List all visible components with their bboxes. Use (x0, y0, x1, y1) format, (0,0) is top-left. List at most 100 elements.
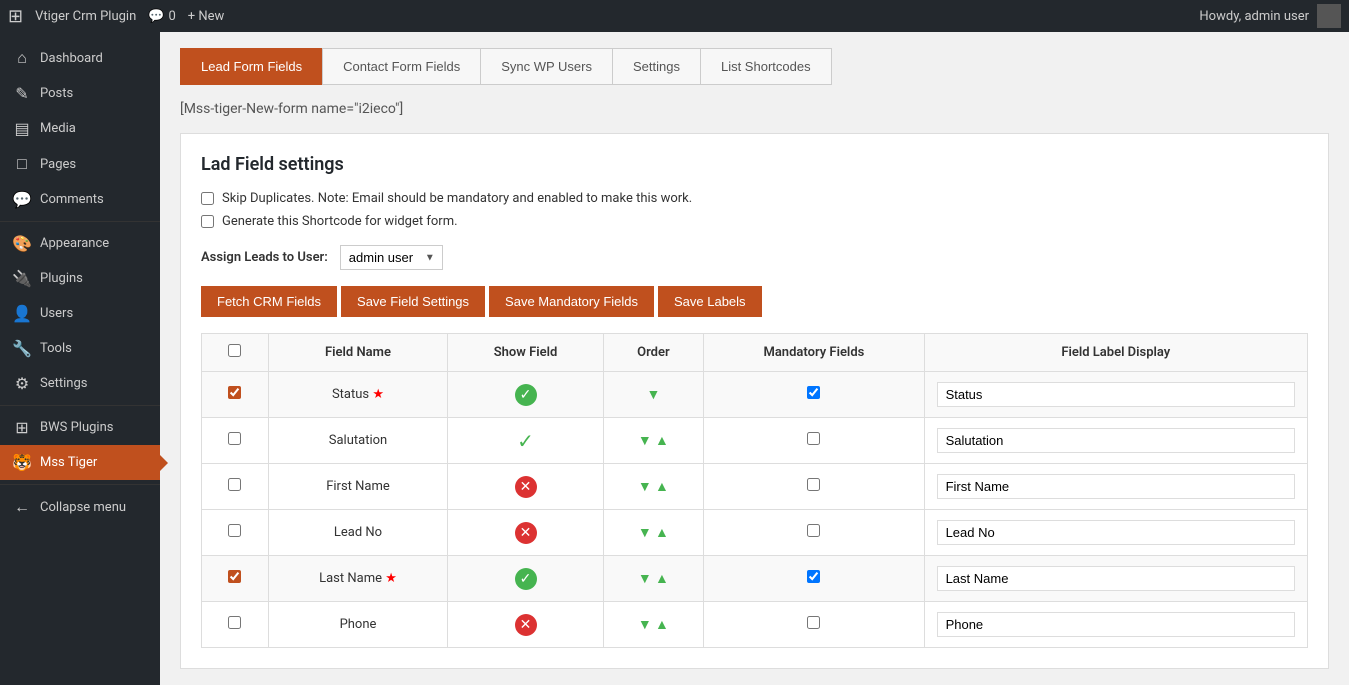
show-field-cell[interactable]: ✓ (448, 556, 603, 602)
label-input[interactable] (937, 566, 1295, 591)
field-name-cell: Phone (268, 602, 448, 648)
mandatory-checkbox[interactable] (807, 570, 820, 583)
sidebar-label-appearance: Appearance (40, 236, 109, 251)
show-field-cell[interactable]: ✓ (448, 418, 603, 464)
show-field-cell[interactable]: ✕ (448, 464, 603, 510)
th-show-field: Show Field (448, 334, 603, 372)
order-down-icon[interactable]: ▼ (646, 387, 660, 403)
save-labels-button[interactable]: Save Labels (658, 286, 762, 317)
main-content: Lead Form Fields Contact Form Fields Syn… (160, 32, 1349, 685)
sidebar-item-dashboard[interactable]: ⌂ Dashboard (0, 40, 160, 76)
order-cell[interactable]: ▼ ▲ (603, 602, 704, 648)
order-up-icon[interactable]: ▲ (655, 479, 669, 495)
row-checkbox[interactable] (228, 432, 241, 445)
mandatory-cell (704, 602, 924, 648)
order-cell[interactable]: ▼ (603, 372, 704, 418)
comment-count: 0 (168, 9, 175, 24)
table-row: Status ★✓▼ (202, 372, 1308, 418)
label-input[interactable] (937, 520, 1295, 545)
appearance-icon: 🎨 (12, 234, 32, 253)
order-down-icon[interactable]: ▼ (638, 617, 652, 633)
label-input[interactable] (937, 612, 1295, 637)
mandatory-checkbox[interactable] (807, 524, 820, 537)
row-checkbox[interactable] (228, 570, 241, 583)
save-mandatory-fields-button[interactable]: Save Mandatory Fields (489, 286, 654, 317)
order-up-icon[interactable]: ▲ (655, 617, 669, 633)
row-checkbox[interactable] (228, 616, 241, 629)
sidebar-item-bws-plugins[interactable]: ⊞ BWS Plugins (0, 410, 160, 445)
mandatory-checkbox[interactable] (807, 386, 820, 399)
comments-badge[interactable]: 💬 0 (148, 9, 176, 24)
order-cell[interactable]: ▼ ▲ (603, 418, 704, 464)
tab-settings[interactable]: Settings (612, 48, 700, 85)
order-up-icon[interactable]: ▲ (655, 433, 669, 449)
sidebar-item-posts[interactable]: ✎ Posts (0, 76, 160, 111)
sidebar-label-dashboard: Dashboard (40, 51, 103, 66)
fetch-crm-fields-button[interactable]: Fetch CRM Fields (201, 286, 337, 317)
show-field-green-icon: ✓ (515, 568, 537, 590)
assign-user-select[interactable]: admin user (340, 245, 443, 270)
sidebar-item-appearance[interactable]: 🎨 Appearance (0, 226, 160, 261)
site-name[interactable]: Vtiger Crm Plugin (35, 9, 136, 24)
table-row: Phone ✕ ▼ ▲ (202, 602, 1308, 648)
show-field-cell[interactable]: ✓ (448, 372, 603, 418)
sidebar-item-media[interactable]: ▤ Media (0, 111, 160, 146)
order-down-icon[interactable]: ▼ (638, 571, 652, 587)
sidebar-item-users[interactable]: 👤 Users (0, 296, 160, 331)
new-button[interactable]: + New (188, 9, 225, 24)
row-checkbox[interactable] (228, 386, 241, 399)
tab-sync-wp-users[interactable]: Sync WP Users (480, 48, 612, 85)
show-field-cell[interactable]: ✕ (448, 510, 603, 556)
order-down-icon[interactable]: ▼ (638, 525, 652, 541)
sidebar-item-tools[interactable]: 🔧 Tools (0, 331, 160, 366)
settings-icon: ⚙ (12, 374, 32, 393)
label-display-cell (924, 510, 1307, 556)
tab-list-shortcodes[interactable]: List Shortcodes (700, 48, 832, 85)
order-down-icon[interactable]: ▼ (638, 479, 652, 495)
order-up-icon[interactable]: ▲ (655, 571, 669, 587)
tools-icon: 🔧 (12, 339, 32, 358)
table-row: Last Name ★✓▼ ▲ (202, 556, 1308, 602)
order-up-icon[interactable]: ▲ (655, 525, 669, 541)
order-cell[interactable]: ▼ ▲ (603, 464, 704, 510)
order-cell[interactable]: ▼ ▲ (603, 556, 704, 602)
sidebar-item-plugins[interactable]: 🔌 Plugins (0, 261, 160, 296)
mandatory-cell (704, 372, 924, 418)
sidebar-item-settings[interactable]: ⚙ Settings (0, 366, 160, 401)
show-field-red-icon: ✕ (515, 522, 537, 544)
save-field-settings-button[interactable]: Save Field Settings (341, 286, 485, 317)
sidebar-item-comments[interactable]: 💬 Comments (0, 182, 160, 217)
sidebar-item-pages[interactable]: □ Pages (0, 146, 160, 182)
mandatory-cell (704, 418, 924, 464)
skip-duplicates-row: Skip Duplicates. Note: Email should be m… (201, 191, 1308, 206)
dashboard-icon: ⌂ (12, 48, 32, 68)
sidebar-label-bws-plugins: BWS Plugins (40, 420, 113, 435)
tab-contact-form-fields[interactable]: Contact Form Fields (322, 48, 480, 85)
label-input[interactable] (937, 382, 1295, 407)
order-down-icon[interactable]: ▼ (638, 433, 652, 449)
assign-user-select-wrap: admin user (340, 245, 443, 270)
select-all-checkbox[interactable] (228, 344, 241, 357)
show-field-red-icon: ✕ (515, 614, 537, 636)
sidebar-label-settings: Settings (40, 376, 87, 391)
mandatory-checkbox[interactable] (807, 432, 820, 445)
field-name-cell: Lead No (268, 510, 448, 556)
generate-shortcode-checkbox[interactable] (201, 215, 214, 228)
sidebar-label-comments: Comments (40, 192, 104, 207)
tab-lead-form-fields[interactable]: Lead Form Fields (180, 48, 322, 85)
mandatory-checkbox[interactable] (807, 616, 820, 629)
mandatory-cell (704, 556, 924, 602)
skip-duplicates-checkbox[interactable] (201, 192, 214, 205)
order-cell[interactable]: ▼ ▲ (603, 510, 704, 556)
show-field-green-icon: ✓ (515, 384, 537, 406)
settings-box: Lad Field settings Skip Duplicates. Note… (180, 133, 1329, 669)
row-checkbox[interactable] (228, 524, 241, 537)
label-input[interactable] (937, 428, 1295, 453)
show-field-cell[interactable]: ✕ (448, 602, 603, 648)
sidebar-item-collapse[interactable]: ← Collapse menu (0, 489, 160, 525)
th-field-name: Field Name (268, 334, 448, 372)
row-checkbox[interactable] (228, 478, 241, 491)
label-input[interactable] (937, 474, 1295, 499)
mandatory-checkbox[interactable] (807, 478, 820, 491)
sidebar-item-mss-tiger[interactable]: 🐯 Mss Tiger (0, 445, 160, 480)
